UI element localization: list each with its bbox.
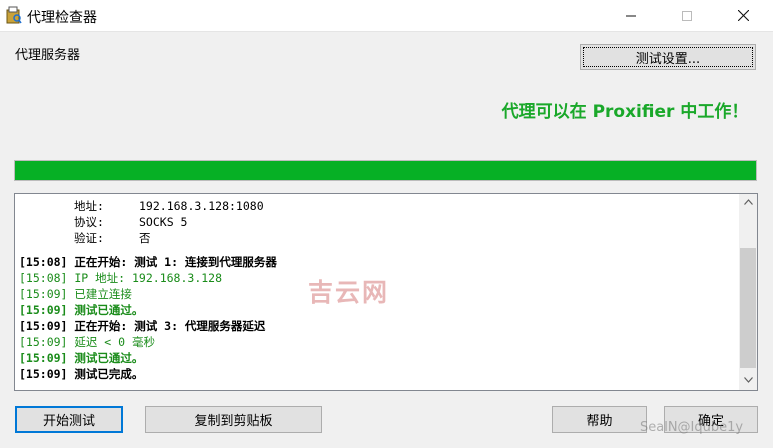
- test-settings-button[interactable]: 测试设置...: [580, 44, 756, 70]
- status-message: 代理可以在 Proxifier 中工作！: [501, 102, 749, 122]
- close-icon: [737, 7, 749, 25]
- title-bar: 代理检查器: [0, 0, 773, 32]
- minimize-button[interactable]: [608, 0, 654, 31]
- detail-key: 地址:: [74, 199, 104, 213]
- maximize-button[interactable]: [664, 0, 710, 31]
- scroll-up-button[interactable]: [739, 194, 757, 212]
- detail-row: 协议: SOCKS 5: [19, 214, 734, 230]
- log-line: [15:09] 测试已完成。: [19, 367, 144, 381]
- app-icon: [6, 6, 22, 24]
- detail-key: 协议:: [74, 215, 104, 229]
- log-line: [15:09] 测试已通过。: [19, 351, 144, 365]
- detail-key: 验证:: [74, 231, 104, 245]
- window-title: 代理检查器: [27, 10, 97, 26]
- maximize-icon: [682, 7, 692, 25]
- corner-watermark: SealN@Iqube1y: [640, 420, 744, 435]
- detail-value: SOCKS 5: [139, 215, 188, 229]
- log-line: [15:08] 正在开始: 测试 1: 连接到代理服务器: [19, 255, 277, 269]
- detail-value: 否: [139, 231, 151, 245]
- log-line: [15:09] 延迟 < 0 毫秒: [19, 335, 156, 349]
- minimize-icon: [626, 7, 636, 25]
- log-scrollbar[interactable]: [739, 194, 757, 390]
- close-button[interactable]: [720, 0, 766, 31]
- chevron-up-icon: [743, 198, 753, 208]
- detail-row: 地址: 192.168.3.128:1080: [19, 198, 734, 214]
- section-label: 代理服务器: [15, 48, 81, 63]
- detail-row: 验证: 否: [19, 230, 734, 246]
- log-line: [15:09] 正在开始: 测试 3: 代理服务器延迟: [19, 319, 266, 333]
- detail-value: 192.168.3.128:1080: [139, 199, 264, 213]
- log-spacer: [19, 246, 734, 254]
- copy-to-clipboard-button[interactable]: 复制到剪贴板: [145, 406, 322, 433]
- start-test-button[interactable]: 开始测试: [15, 406, 123, 433]
- watermark: 吉云网: [308, 278, 390, 307]
- chevron-down-icon: [743, 376, 753, 386]
- progress-fill: [15, 161, 756, 180]
- scroll-down-button[interactable]: [739, 372, 757, 390]
- progress-bar: [14, 160, 757, 181]
- help-button[interactable]: 帮助: [552, 406, 647, 433]
- scroll-thumb[interactable]: [740, 248, 756, 368]
